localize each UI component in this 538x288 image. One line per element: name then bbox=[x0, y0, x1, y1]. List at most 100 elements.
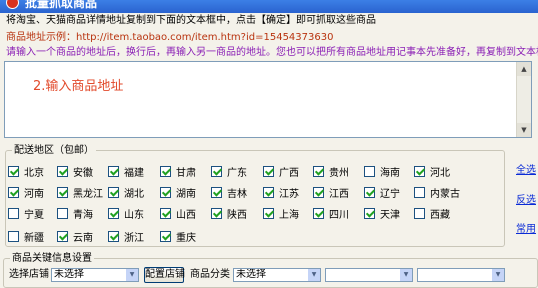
province-checkbox[interactable]: 北京 bbox=[8, 165, 44, 179]
checkbox-checked-icon[interactable] bbox=[160, 187, 171, 198]
chevron-down-icon: ▼ bbox=[492, 269, 504, 281]
province-checkbox[interactable]: 云南 bbox=[57, 230, 93, 244]
province-checkbox[interactable]: 湖南 bbox=[160, 186, 196, 200]
province-checkbox[interactable]: 海南 bbox=[364, 165, 400, 179]
checkbox-checked-icon[interactable] bbox=[160, 231, 171, 242]
province-checkbox[interactable]: 河北 bbox=[414, 165, 450, 179]
checkbox-unchecked-icon[interactable] bbox=[414, 187, 425, 198]
checkbox-checked-icon[interactable] bbox=[57, 166, 68, 177]
province-checkbox[interactable]: 湖北 bbox=[108, 186, 144, 200]
checkbox-checked-icon[interactable] bbox=[211, 187, 222, 198]
chevron-down-icon: ▼ bbox=[400, 269, 412, 281]
province-checkbox[interactable]: 江苏 bbox=[263, 186, 299, 200]
subcategory2-select[interactable]: ▼ bbox=[417, 268, 505, 282]
province-label: 江苏 bbox=[279, 189, 299, 200]
scroll-down-icon[interactable]: ▼ bbox=[517, 123, 531, 137]
checkbox-checked-icon[interactable] bbox=[313, 208, 324, 219]
checkbox-checked-icon[interactable] bbox=[8, 187, 19, 198]
province-label: 新疆 bbox=[24, 233, 44, 244]
checkbox-checked-icon[interactable] bbox=[211, 208, 222, 219]
province-checkbox[interactable]: 陕西 bbox=[211, 207, 247, 221]
checkbox-checked-icon[interactable] bbox=[57, 231, 68, 242]
checkbox-unchecked-icon[interactable] bbox=[57, 208, 68, 219]
province-checkbox[interactable]: 安徽 bbox=[57, 165, 93, 179]
checkbox-checked-icon[interactable] bbox=[313, 187, 324, 198]
url-textarea[interactable]: 2.输入商品地址 ▲ ▼ bbox=[4, 61, 532, 138]
scroll-up-icon[interactable]: ▲ bbox=[517, 62, 531, 76]
checkbox-checked-icon[interactable] bbox=[108, 231, 119, 242]
province-label: 贵州 bbox=[329, 168, 349, 179]
province-label: 青海 bbox=[73, 210, 93, 221]
checkbox-unchecked-icon[interactable] bbox=[414, 208, 425, 219]
checkbox-checked-icon[interactable] bbox=[414, 166, 425, 177]
province-label: 河北 bbox=[430, 168, 450, 179]
checkbox-unchecked-icon[interactable] bbox=[364, 166, 375, 177]
common-regions-link[interactable]: 常用 bbox=[516, 220, 536, 235]
textarea-scrollbar[interactable]: ▲ ▼ bbox=[516, 62, 531, 137]
province-checkbox[interactable]: 青海 bbox=[57, 207, 93, 221]
shop-select-value: 未选择 bbox=[54, 269, 84, 280]
province-checkbox[interactable]: 黑龙江 bbox=[57, 186, 103, 200]
checkbox-unchecked-icon[interactable] bbox=[8, 208, 19, 219]
title-bar: 批量抓取商品 bbox=[0, 0, 538, 13]
shop-label: 选择店铺 bbox=[9, 269, 49, 280]
checkbox-checked-icon[interactable] bbox=[263, 208, 274, 219]
checkbox-unchecked-icon[interactable] bbox=[8, 231, 19, 242]
province-checkbox[interactable]: 宁夏 bbox=[8, 207, 44, 221]
category-label: 商品分类 bbox=[190, 269, 230, 280]
checkbox-checked-icon[interactable] bbox=[108, 208, 119, 219]
checkbox-checked-icon[interactable] bbox=[160, 166, 171, 177]
province-checkbox[interactable]: 甘肃 bbox=[160, 165, 196, 179]
url-input-placeholder: 2.输入商品地址 bbox=[33, 79, 124, 94]
checkbox-checked-icon[interactable] bbox=[263, 187, 274, 198]
province-checkbox[interactable]: 上海 bbox=[263, 207, 299, 221]
checkbox-checked-icon[interactable] bbox=[364, 208, 375, 219]
province-label: 江西 bbox=[329, 189, 349, 200]
province-checkbox[interactable]: 江西 bbox=[313, 186, 349, 200]
checkbox-checked-icon[interactable] bbox=[57, 187, 68, 198]
province-checkbox[interactable]: 浙江 bbox=[108, 230, 144, 244]
province-checkbox[interactable]: 辽宁 bbox=[364, 186, 400, 200]
window-title: 批量抓取商品 bbox=[25, 0, 98, 10]
category-select[interactable]: 未选择 ▼ bbox=[233, 268, 321, 282]
province-label: 上海 bbox=[279, 210, 299, 221]
province-label: 北京 bbox=[24, 168, 44, 179]
province-checkbox[interactable]: 河南 bbox=[8, 186, 44, 200]
province-checkbox[interactable]: 内蒙古 bbox=[414, 186, 460, 200]
province-label: 安徽 bbox=[73, 168, 93, 179]
province-checkbox[interactable]: 广西 bbox=[263, 165, 299, 179]
province-label: 天津 bbox=[380, 210, 400, 221]
instruction-line: 将淘宝、天猫商品详情地址复制到下面的文本框中，点击【确定】即可抓取这些商品 bbox=[6, 15, 376, 26]
province-checkbox[interactable]: 天津 bbox=[364, 207, 400, 221]
province-label: 河南 bbox=[24, 189, 44, 200]
province-checkbox[interactable]: 福建 bbox=[108, 165, 144, 179]
province-label: 内蒙古 bbox=[430, 189, 460, 200]
province-checkbox[interactable]: 贵州 bbox=[313, 165, 349, 179]
province-label: 福建 bbox=[124, 168, 144, 179]
province-checkbox[interactable]: 新疆 bbox=[8, 230, 44, 244]
checkbox-checked-icon[interactable] bbox=[160, 208, 171, 219]
province-checkbox[interactable]: 山东 bbox=[108, 207, 144, 221]
chevron-down-icon: ▼ bbox=[308, 269, 320, 281]
checkbox-checked-icon[interactable] bbox=[108, 166, 119, 177]
province-checkbox[interactable]: 山西 bbox=[160, 207, 196, 221]
checkbox-checked-icon[interactable] bbox=[364, 187, 375, 198]
province-checkbox[interactable]: 西藏 bbox=[414, 207, 450, 221]
checkbox-checked-icon[interactable] bbox=[211, 166, 222, 177]
checkbox-checked-icon[interactable] bbox=[108, 187, 119, 198]
province-checkbox[interactable]: 重庆 bbox=[160, 230, 196, 244]
subcategory-select[interactable]: ▼ bbox=[325, 268, 413, 282]
province-label: 海南 bbox=[380, 168, 400, 179]
checkbox-checked-icon[interactable] bbox=[8, 166, 19, 177]
province-checkbox[interactable]: 四川 bbox=[313, 207, 349, 221]
checkbox-checked-icon[interactable] bbox=[263, 166, 274, 177]
example-url-text: 商品地址示例：http://item.taobao.com/item.htm?i… bbox=[6, 32, 334, 43]
province-checkbox[interactable]: 广东 bbox=[211, 165, 247, 179]
checkbox-checked-icon[interactable] bbox=[313, 166, 324, 177]
invert-selection-link[interactable]: 反选 bbox=[516, 191, 536, 206]
province-label: 宁夏 bbox=[24, 210, 44, 221]
select-all-link[interactable]: 全选 bbox=[516, 161, 536, 176]
shop-select[interactable]: 未选择 ▼ bbox=[51, 268, 139, 282]
province-label: 湖南 bbox=[176, 189, 196, 200]
province-checkbox[interactable]: 吉林 bbox=[211, 186, 247, 200]
